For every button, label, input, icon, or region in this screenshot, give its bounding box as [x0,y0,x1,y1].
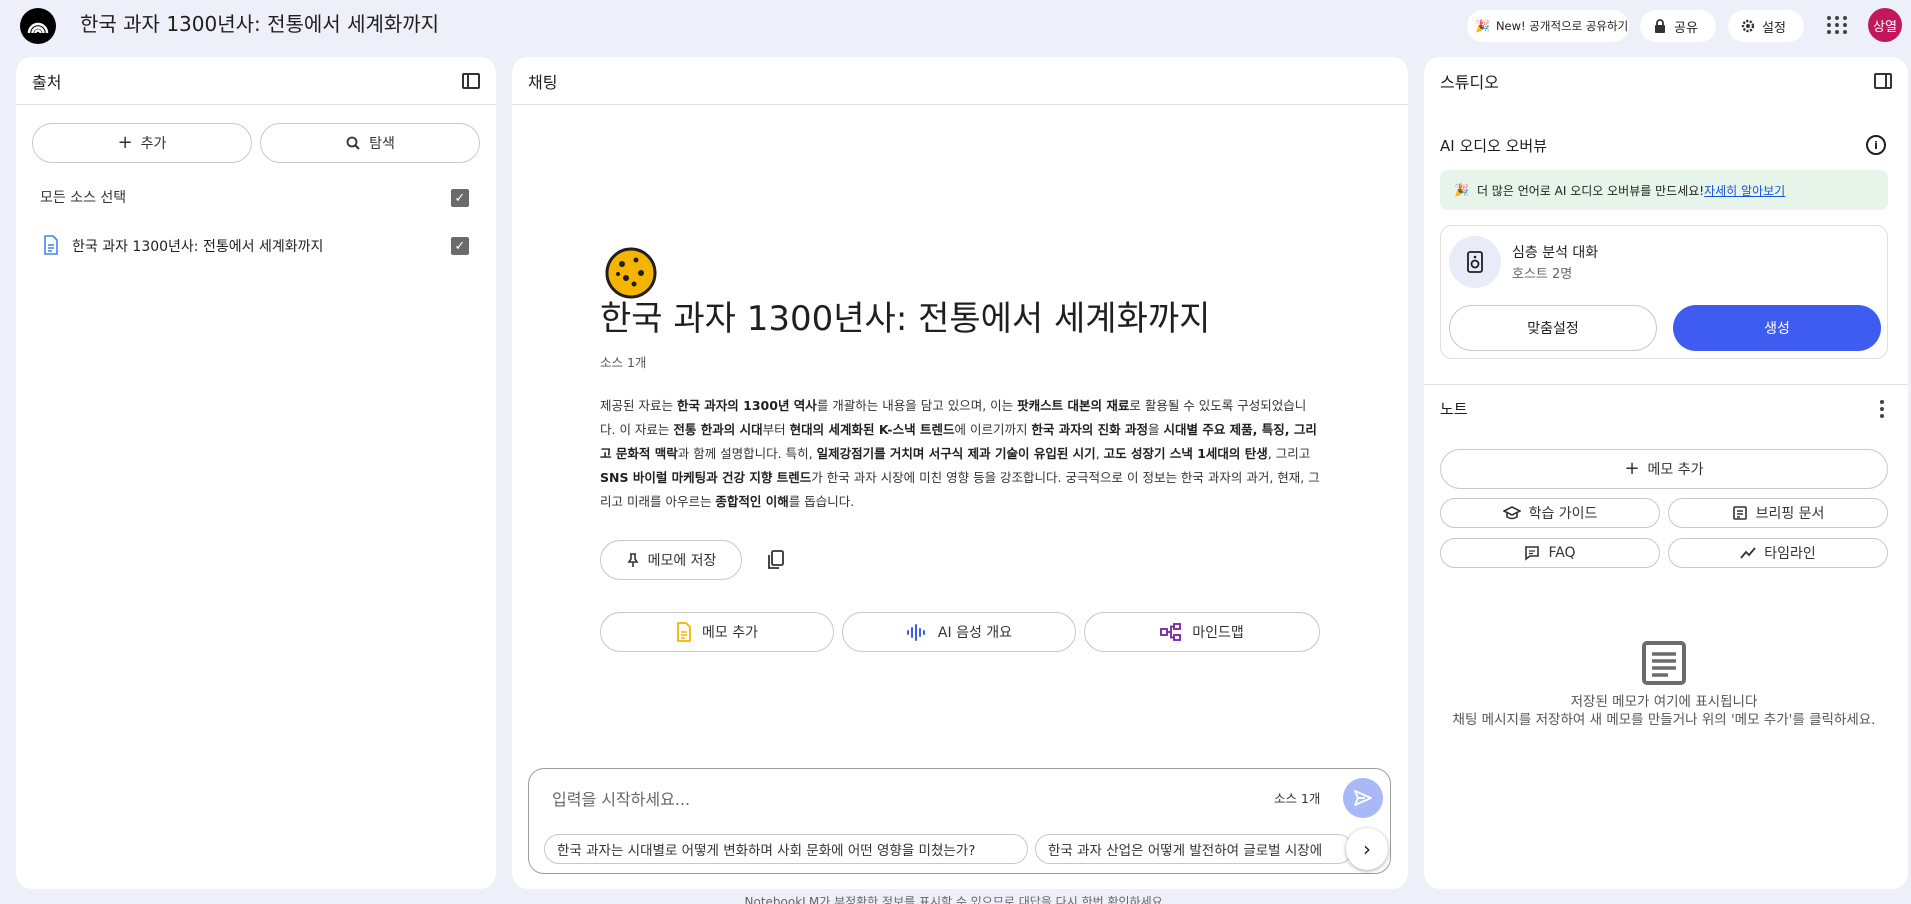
briefing-doc-button[interactable]: 브리핑 문서 [1668,498,1888,528]
speaker-icon [1449,236,1501,288]
search-sparkle-icon [346,136,360,150]
app-logo[interactable] [20,8,56,44]
save-to-note-button[interactable]: 메모에 저장 [600,540,742,580]
document-icon [42,235,60,255]
avatar[interactable]: 상열 [1868,8,1902,42]
party-icon: 🎉 [1454,183,1469,197]
settings-button[interactable]: 설정 [1728,10,1804,42]
mind-map-label: 마인드맵 [1192,625,1244,641]
learn-more-link[interactable]: 자세히 알아보기 [1704,182,1785,199]
language-banner: 🎉 더 많은 언어로 AI 오디오 오버뷰를 만드세요! 자세히 알아보기 [1440,170,1888,210]
studio-header: 스튜디오 [1424,57,1908,105]
chat-source-count: 소스 1개 [600,355,647,370]
faq-button[interactable]: FAQ [1440,538,1660,568]
graduation-cap-icon [1502,506,1521,520]
mind-map-icon [1160,623,1182,641]
add-source-label: 추가 [140,136,167,152]
chevron-right-icon[interactable]: › [1346,828,1388,870]
add-note-button[interactable]: 메모 추가 [600,612,834,652]
apps-grid-icon[interactable] [1824,13,1848,37]
audio-overview-label: AI 음성 개요 [937,625,1013,641]
explore-button[interactable]: 탐색 [260,123,480,163]
audio-overview-button[interactable]: AI 음성 개요 [842,612,1076,652]
save-to-note-label: 메모에 저장 [647,553,717,569]
chat-title: 채팅 [528,72,558,92]
briefing-doc-icon [1732,506,1747,520]
plus-icon: + [1624,458,1640,479]
party-icon: 🎉 [1475,19,1490,33]
source-item-label[interactable]: 한국 과자 1300년사: 전통에서 세계화까지 [72,236,323,256]
notes-empty-icon [1641,640,1687,686]
generate-button[interactable]: 생성 [1673,305,1881,351]
customize-button[interactable]: 맞춤설정 [1449,305,1657,351]
study-guide-button[interactable]: 학습 가이드 [1440,498,1660,528]
deep-dive-title: 심층 분석 대화 [1512,245,1599,261]
study-guide-label: 학습 가이드 [1528,506,1598,522]
share-label: 공유 [1674,20,1698,36]
faq-label: FAQ [1548,545,1576,561]
more-vert-icon[interactable] [1880,400,1884,418]
input-source-count: 소스 1개 [1274,791,1321,806]
studio-title: 스튜디오 [1440,73,1499,92]
lock-icon [1655,19,1665,33]
deep-dive-subtitle: 호스트 2명 [1512,267,1573,282]
mind-map-button[interactable]: 마인드맵 [1084,612,1320,652]
settings-label: 설정 [1762,20,1786,36]
faq-chat-icon [1525,546,1540,561]
add-source-button[interactable]: + 추가 [32,123,252,163]
add-note-button[interactable]: + 메모 추가 [1440,449,1888,489]
share-button[interactable]: 공유 [1640,10,1716,42]
chat-header: 채팅 [512,57,1408,105]
divider [1424,384,1908,385]
disclaimer-text: NotebookLM가 부정확한 정보를 표시할 수 있으므로 대답을 다시 한… [744,895,1167,904]
notes-empty-description: 채팅 메시지를 저장하여 새 메모를 만들거나 위의 '메모 추가'를 클릭하세… [1452,712,1876,728]
notes-empty-title: 저장된 메모가 여기에 표시됩니다 [1570,694,1758,710]
audio-overview-title: AI 오디오 오버뷰 [1440,137,1548,155]
plus-icon: + [117,132,133,153]
info-icon[interactable]: i [1866,135,1886,155]
trending-icon [1740,547,1756,559]
timeline-label: 타임라인 [1764,546,1816,562]
add-note-label: 메모 추가 [1647,462,1704,478]
collapse-studio-icon[interactable] [1874,73,1892,89]
audio-wave-icon [906,624,925,641]
notes-title: 노트 [1440,400,1468,418]
select-all-label: 모든 소스 선택 [40,190,127,206]
explore-label: 탐색 [369,136,395,152]
suggestion-chip[interactable]: 한국 과자는 시대별로 어떻게 변화하며 사회 문화에 어떤 영향을 미쳤는가? [544,834,1028,864]
chat-notebook-title: 한국 과자 1300년사: 전통에서 세계화까지 [600,299,1211,339]
select-all-checkbox[interactable]: ✓ [451,189,469,207]
chat-input[interactable]: 입력을 시작하세요... [552,786,690,810]
suggestion-chip[interactable]: 한국 과자 산업은 어떻게 발전하여 글로벌 시장에 [1035,834,1353,864]
gear-icon [1741,19,1755,33]
logo-icon [27,22,49,34]
notebook-title[interactable]: 한국 과자 1300년사: 전통에서 세계화까지 [80,10,439,38]
collapse-sources-icon[interactable] [462,72,480,89]
banner-text: 더 많은 언어로 AI 오디오 오버뷰를 만드세요! [1476,183,1705,198]
send-button[interactable] [1343,778,1383,818]
cookie-emoji-icon [604,246,658,300]
notebook-summary: 제공된 자료는 한국 과자의 1300년 역사를 개괄하는 내용을 담고 있으며… [600,398,1320,509]
sources-panel: 출처 + 추가 탐색 모든 소스 선택 ✓ 한국 과자 1300년사: 전통에서… [16,57,496,889]
pin-icon [627,553,639,567]
briefing-doc-label: 브리핑 문서 [1755,506,1825,522]
source-item-checkbox[interactable]: ✓ [451,237,469,255]
send-icon [1354,790,1372,806]
share-public-button[interactable]: 🎉 New! 공개적으로 공유하기 [1467,10,1629,42]
add-note-label: 메모 추가 [702,625,758,641]
timeline-button[interactable]: 타임라인 [1668,538,1888,568]
copy-icon[interactable] [766,549,786,571]
sources-title: 출처 [32,72,62,92]
share-public-label: New! 공개적으로 공유하기 [1495,19,1629,33]
note-icon [677,622,691,642]
sources-header: 출처 [16,57,496,105]
